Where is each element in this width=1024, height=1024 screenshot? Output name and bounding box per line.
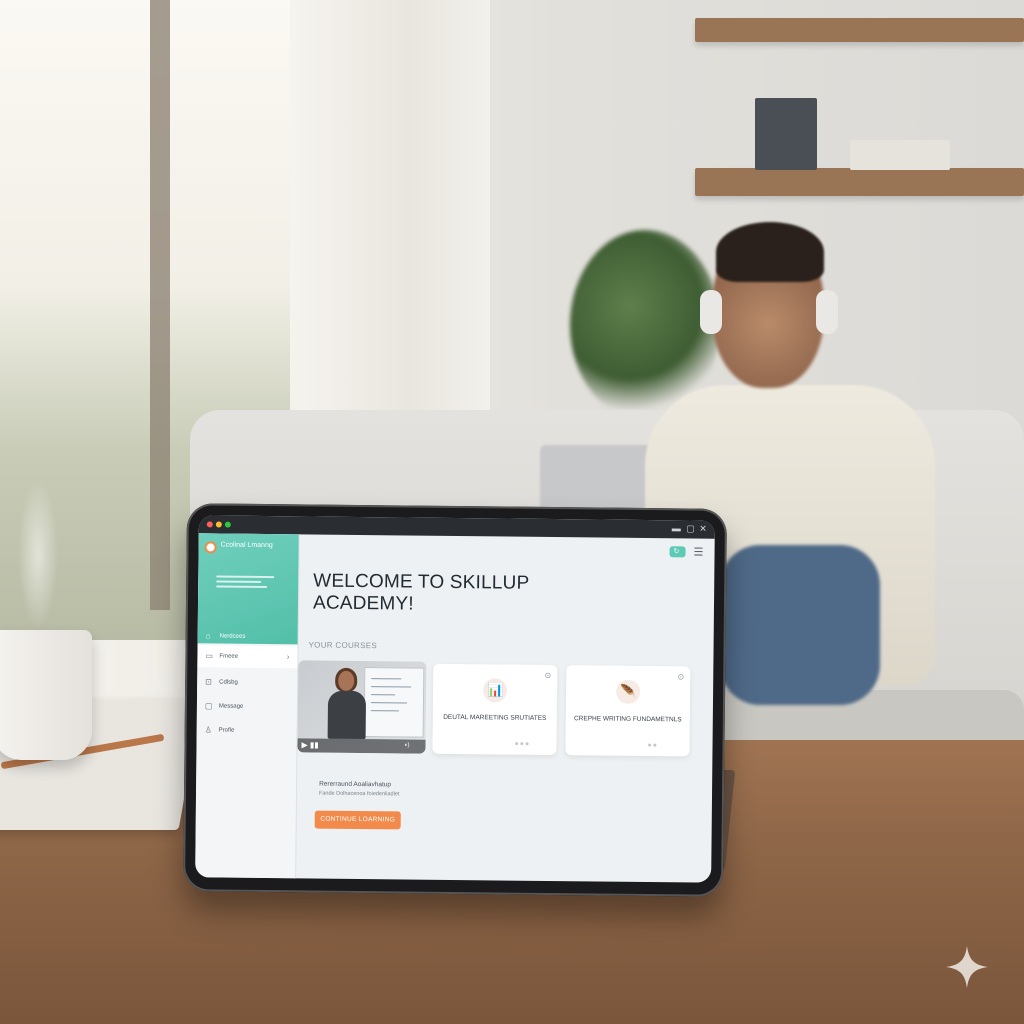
course-card[interactable]: 📊 ⊙ DEUTAL MAREETING SRUTIATES ●●● [432,663,558,756]
tablet-screen: ▬ ▢ ✕ Ccolinal Lmanng ⌂ Nerdcees ▭ Fmeee… [195,515,715,883]
close-dot-icon[interactable] [206,521,213,528]
minimize-dot-icon[interactable] [215,521,222,528]
person-legs [720,545,880,705]
tablet: ▬ ▢ ✕ Ccolinal Lmanng ⌂ Nerdcees ▭ Fmeee… [182,503,728,897]
progress-subtitle: Fande Dolhacenoa foiedenliadlet [318,790,400,798]
pagination-dots: ●●● [514,740,531,748]
courses-icon: ▭ [205,651,214,661]
page-title: WELCOME TO SKILLUP ACADEMY! [312,570,530,615]
section-label: YOUR COURSES [308,640,378,651]
video-controls: ▶ ▮▮ ◖) [297,738,426,754]
main-content: ↻ ☰ WELCOME TO SKILLUP ACADEMY! YOUR COU… [296,534,715,882]
pagination-dots: ●● [647,742,659,750]
more-options-icon[interactable]: ⊙ [545,671,552,680]
quill-icon: 🪶 [615,679,641,704]
sidebar-item-messages[interactable]: ▢ Message [197,695,297,718]
progress-label: Rererraund Aoaliavhatup [319,780,392,789]
sidebar-item-label: Cdlsbg [219,679,238,686]
steam [18,480,58,630]
more-options-icon[interactable]: ⊙ [678,672,685,681]
chevron-right-icon: › [286,652,290,662]
maximize-dot-icon[interactable] [224,521,231,528]
profile-icon: ♙ [204,725,212,735]
hamburger-menu-icon[interactable]: ☰ [693,545,703,558]
brand-tagline [216,575,280,591]
whiteboard [363,667,425,738]
sidebar-item-profile[interactable]: ♙ Profle [197,719,297,742]
course-card[interactable]: 🪶 ⊙ CREPHE WRITING FUNDAMETNLS ●● [565,665,691,757]
messages-icon: ▢ [204,701,213,711]
refresh-button[interactable]: ↻ [669,546,686,558]
sidebar-item-label: Nerdcees [219,633,246,640]
sidebar-item-label: Profle [218,727,235,734]
headphone-right [816,290,838,334]
home-icon: ⌂ [205,631,211,641]
volume-icon[interactable]: ◖) [404,742,410,748]
course-carousel: ▶ ▮▮ ◖) 📊 ⊙ DEUTAL MAREETING SRUTIATES ●… [297,660,713,764]
sidebar: Ccolinal Lmanng ⌂ Nerdcees ▭ Fmeee › ⊡ C… [195,533,300,879]
sidebar-item-label: Message [218,703,244,710]
refresh-icon: ↻ [673,548,680,556]
minimize-icon[interactable]: ▬ [672,523,681,533]
presenter [327,690,367,740]
headphone-left [700,290,722,334]
sidebar-item-courses[interactable]: ▭ Fmeee › [197,645,298,669]
books [755,98,817,170]
person-hair [716,222,824,282]
maximize-icon[interactable]: ▢ [686,523,695,534]
close-icon[interactable]: ✕ [699,524,707,535]
brand-name: Ccolinal Lmanng [220,541,273,550]
shelf-bottom [695,168,1024,196]
course-title: CREPHE WRITING FUNDAMETNLS [573,715,682,724]
video-player[interactable]: ▶ ▮▮ ◖) [297,660,427,754]
play-icon[interactable]: ▶ ▮▮ [301,740,318,749]
logo-icon [204,541,217,554]
sidebar-item-label: Fmeee [219,653,239,660]
catalog-icon: ⊡ [205,677,212,687]
chart-icon: 📊 [482,678,508,703]
sparkle-icon [946,946,988,988]
window-frame [150,0,170,610]
shelf-top [695,18,1024,42]
sidebar-item-catalog[interactable]: ⊡ Cdlsbg [197,671,297,694]
presenter-head [338,670,355,691]
shelf-box [850,140,950,170]
continue-learning-button[interactable]: CONTINUE LOARNING [314,810,401,830]
course-title: DEUTAL MAREETING SRUTIATES [443,713,547,722]
coffee-mug [0,630,92,760]
